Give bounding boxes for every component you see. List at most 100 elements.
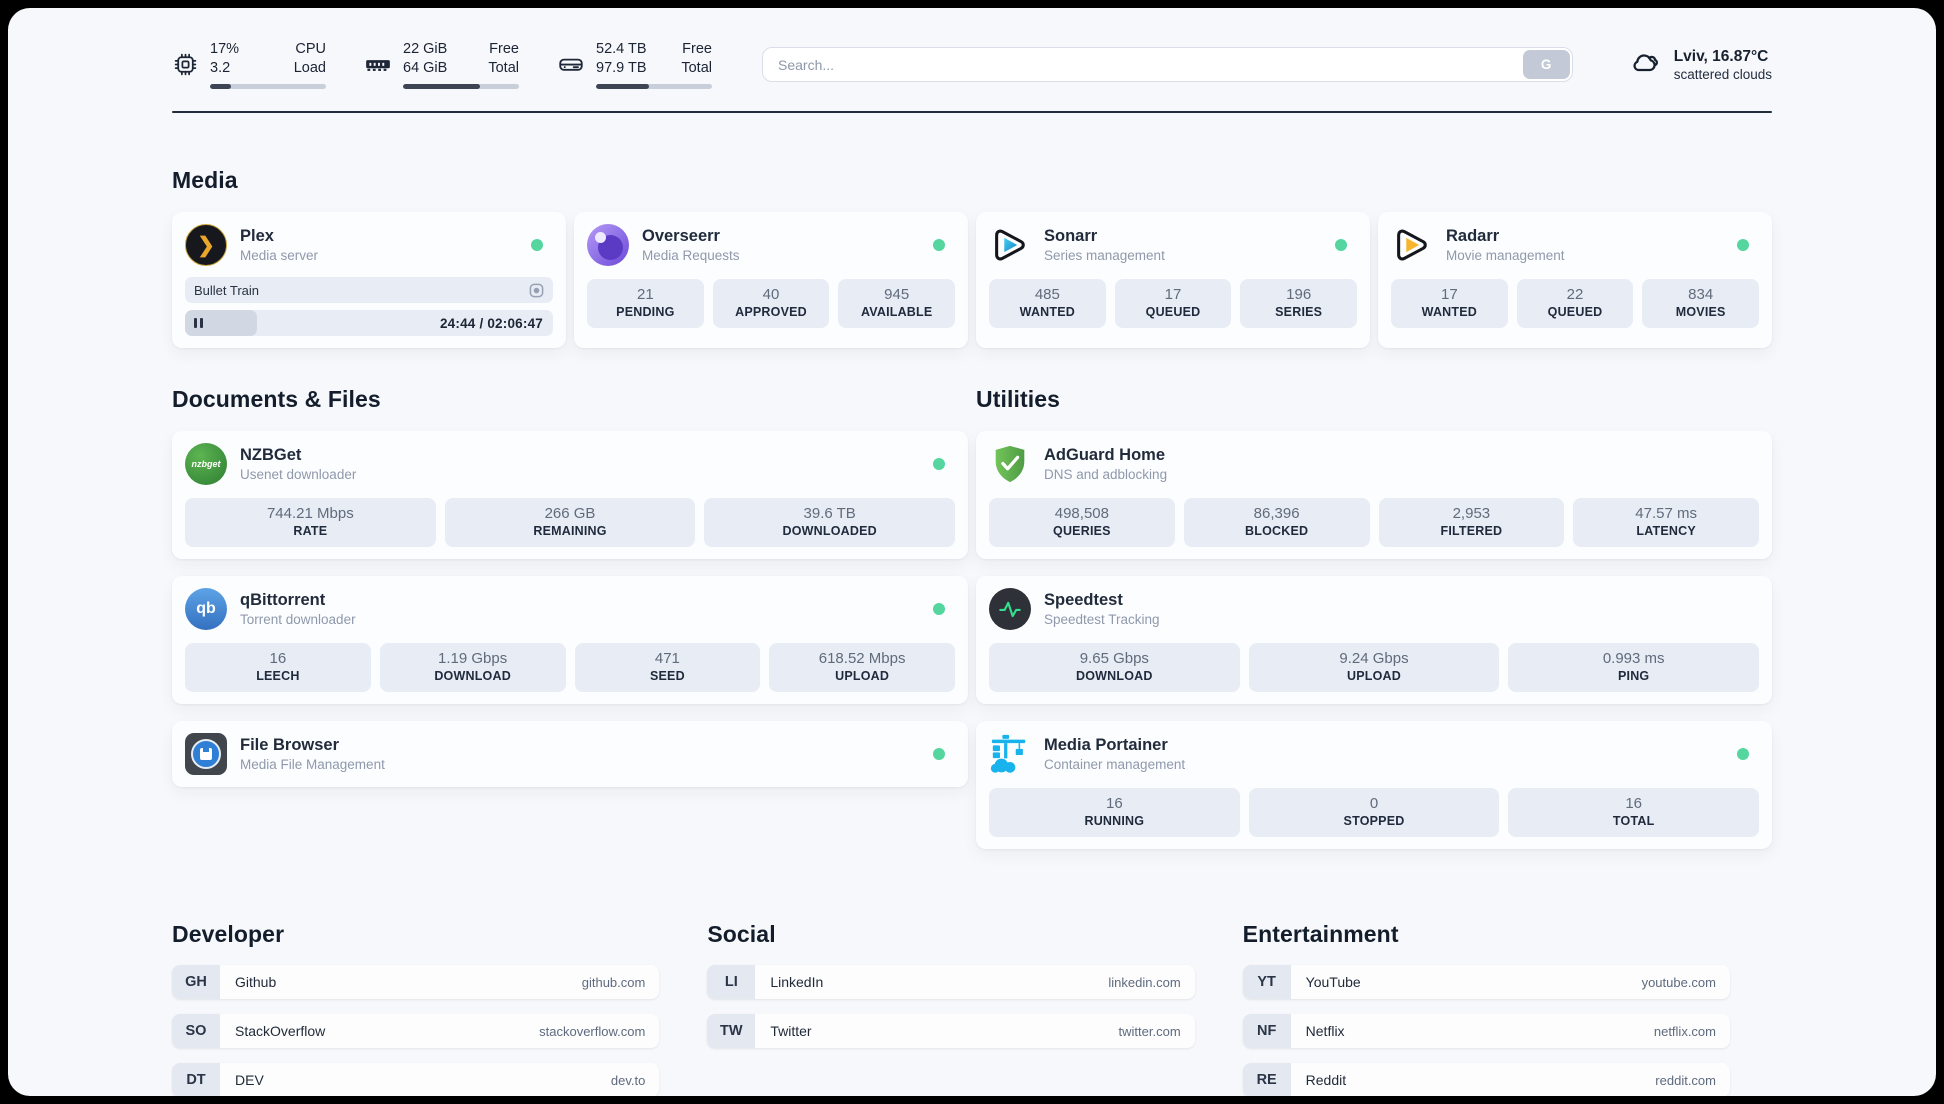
app-card-head: Overseerr Media Requests — [587, 224, 955, 266]
bookmark-name: StackOverflow — [235, 1023, 326, 1039]
stat-pending: 21 PENDING — [587, 279, 704, 328]
stat-label: BLOCKED — [1245, 524, 1309, 538]
bookmark-reddit[interactable]: RE Reddit reddit.com — [1242, 1063, 1730, 1096]
app-card-head: nzbget NZBGet Usenet downloader — [185, 443, 955, 485]
stat-label: WANTED — [1421, 305, 1478, 319]
stat-value: 498,508 — [1054, 505, 1109, 522]
bookmark-github[interactable]: GH Github github.com — [172, 965, 660, 999]
bookmark-name: DEV — [235, 1072, 264, 1088]
app-card-head: Radarr Movie management — [1391, 224, 1759, 266]
status-dot-online — [1737, 748, 1749, 760]
app-title: Plex — [240, 226, 274, 245]
app-card-overseerr[interactable]: Overseerr Media Requests 21 PENDING 40 APPROV… — [574, 212, 968, 348]
app-card-media-portainer[interactable]: Media Portainer Container management 16 RUN… — [976, 721, 1772, 849]
stat-movies: 834 MOVIES — [1642, 279, 1760, 328]
search-engine-button[interactable]: G — [1522, 50, 1570, 79]
cpu-stat: 17% CPU 3.2 Load — [172, 40, 326, 89]
bookmark-linkedin[interactable]: LI LinkedIn linkedin.com — [707, 965, 1195, 999]
app-info: Speedtest Speedtest Tracking — [1044, 590, 1160, 629]
cast-icon[interactable] — [529, 283, 544, 298]
stat-label: LEECH — [256, 669, 300, 683]
bookmark-twitter[interactable]: TW Twitter twitter.com — [707, 1014, 1195, 1048]
stat-value: 16 — [269, 650, 287, 667]
bookmark-group-entertainment: Entertainment YT YouTube youtube.com NF Netfl… — [1242, 921, 1730, 1096]
utilities-column: Utilities AdGuard Home DNS and adblocking… — [976, 386, 1772, 849]
stat-value: 17 — [1440, 286, 1458, 303]
app-card-adguard-home[interactable]: AdGuard Home DNS and adblocking 498,508 QUE… — [976, 431, 1772, 559]
ram-icon — [364, 51, 392, 79]
stat-stopped: 0 STOPPED — [1248, 788, 1500, 837]
header-divider — [172, 111, 1772, 113]
app-card-head: ❯ Plex Media server — [185, 224, 553, 266]
stat-value: 22 — [1566, 286, 1584, 303]
cpu-label-bottom: Load — [293, 60, 326, 76]
app-card-file-browser[interactable]: File Browser Media File Management — [172, 721, 968, 787]
stat-value: 16 — [1625, 795, 1643, 812]
stat-value: 39.6 TB — [803, 505, 856, 522]
app-card-nzbget[interactable]: nzbget NZBGet Usenet downloader 744.21 Mbps… — [172, 431, 968, 559]
bookmark-youtube[interactable]: YT YouTube youtube.com — [1242, 965, 1730, 999]
now-playing-row: Bullet Train — [185, 277, 553, 303]
bookmark-abbr: DT — [172, 1063, 220, 1096]
stat-label: AVAILABLE — [860, 305, 933, 319]
disk-stat: 52.4 TB Free 97.9 TB Total — [557, 40, 712, 89]
app-subtitle: Media Requests — [642, 247, 740, 263]
pause-icon[interactable] — [194, 318, 203, 328]
app-info: Plex Media server — [240, 226, 318, 265]
bookmark-list: GH Github github.com SO StackOverflow stackov… — [172, 965, 660, 1096]
search-input[interactable] — [762, 47, 1573, 82]
stat-value: 618.52 Mbps — [818, 650, 906, 667]
header: 17% CPU 3.2 Load 22 GiB Free 64 GiB Tota… — [172, 8, 1772, 89]
app-title: NZBGet — [240, 445, 302, 464]
stat-value: 2,953 — [1452, 505, 1491, 522]
bookmark-stackoverflow[interactable]: SO StackOverflow stackoverflow.com — [172, 1014, 660, 1048]
bookmark-url: twitter.com — [1118, 1023, 1181, 1039]
stat-latency: 47.57 ms LATENCY — [1573, 498, 1759, 547]
playback-progress-bar[interactable]: 24:44 / 02:06:47 — [185, 310, 553, 336]
ram-label-bottom: Total — [488, 60, 519, 76]
stat-label: UPLOAD — [835, 669, 890, 683]
app-card-sonarr[interactable]: Sonarr Series management 485 WANTED 17 QUEUED… — [976, 212, 1370, 348]
stat-value: 40 — [762, 286, 780, 303]
cpu-load: 3.2 — [210, 60, 231, 76]
stat-remaining: 266 GB REMAINING — [444, 498, 696, 547]
stat-label: TOTAL — [1612, 814, 1655, 828]
cpu-percent: 17% — [210, 41, 240, 57]
app-card-qbittorrent[interactable]: qb qBittorrent Torrent downloader 16 LEECH 1.… — [172, 576, 968, 704]
app-stats-row: 16 RUNNING 0 STOPPED 16 TOTAL — [989, 788, 1760, 837]
app-subtitle: Speedtest Tracking — [1044, 611, 1160, 627]
app-title: Speedtest — [1044, 590, 1123, 609]
stat-queries: 498,508 QUERIES — [989, 498, 1175, 547]
bookmark-netflix[interactable]: NF Netflix netflix.com — [1242, 1014, 1730, 1048]
app-card-radarr[interactable]: Radarr Movie management 17 WANTED 22 QUEUED 83… — [1378, 212, 1772, 348]
disk-label-top: Free — [682, 41, 712, 57]
ram-stat: 22 GiB Free 64 GiB Total — [364, 40, 519, 89]
section-title-utilities: Utilities — [976, 386, 1060, 412]
app-info: Overseerr Media Requests — [642, 226, 740, 265]
app-stats-row: 16 LEECH 1.19 Gbps DOWNLOAD 471 SEED 618.52 Mb… — [185, 643, 955, 692]
stat-value: 945 — [884, 286, 910, 303]
search-bar: G — [762, 47, 1573, 82]
app-card-speedtest[interactable]: Speedtest Speedtest Tracking 9.65 Gbps DOWN… — [976, 576, 1772, 704]
bookmark-abbr: RE — [1242, 1063, 1291, 1096]
app-title: Media Portainer — [1044, 735, 1168, 754]
speedtest-icon — [989, 588, 1031, 630]
playback-time: 24:44 / 02:06:47 — [439, 315, 543, 331]
app-info: NZBGet Usenet downloader — [240, 445, 356, 484]
stat-label: PING — [1617, 669, 1650, 683]
stat-approved: 40 APPROVED — [712, 279, 830, 328]
app-subtitle: Torrent downloader — [240, 611, 356, 627]
stat-label: UPLOAD — [1347, 669, 1401, 683]
app-subtitle: Container management — [1044, 756, 1186, 772]
bookmark-list: LI LinkedIn linkedin.com TW Twitter twitter.c… — [707, 965, 1195, 1048]
app-card-plex[interactable]: ❯ Plex Media server Bullet Train 24:44 / 02:… — [172, 212, 566, 348]
bookmark-groups: Developer GH Github github.com SO StackOverfl… — [172, 921, 1772, 1096]
stat-value: 9.65 Gbps — [1079, 650, 1149, 667]
stat-wanted: 17 WANTED — [1391, 279, 1508, 328]
sonarr-icon — [989, 224, 1031, 266]
disk-free: 52.4 TB — [596, 41, 647, 57]
bookmark-dev[interactable]: DT DEV dev.to — [172, 1063, 660, 1096]
stat-value: 0.993 ms — [1602, 650, 1665, 667]
app-title: File Browser — [240, 735, 340, 754]
stat-download: 1.19 Gbps DOWNLOAD — [379, 643, 566, 692]
